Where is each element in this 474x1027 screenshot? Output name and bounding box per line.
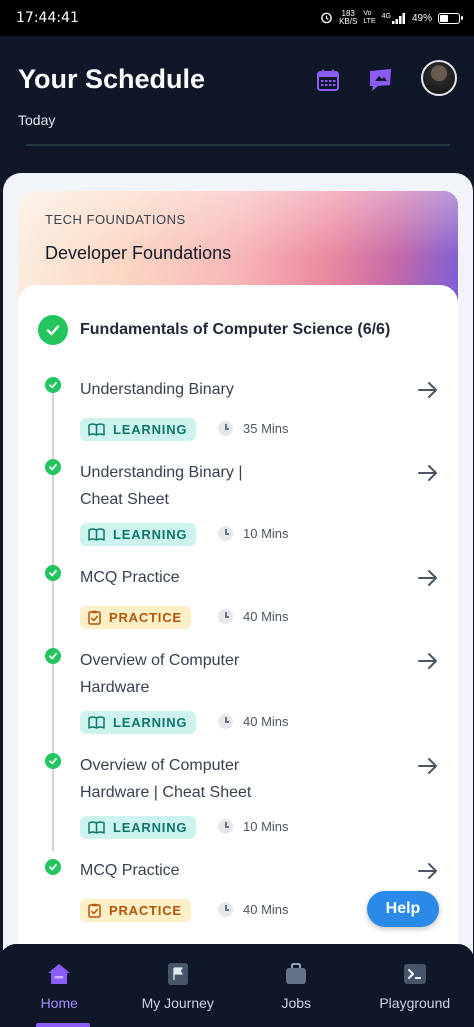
module-card: Fundamentals of Computer Science (6/6) U… xyxy=(18,285,458,973)
duration: 40 Mins xyxy=(218,609,289,624)
clock-icon xyxy=(218,526,233,541)
item-title: MCQ Practice xyxy=(80,862,180,879)
status-time: 17:44:41 xyxy=(16,10,79,26)
book-icon xyxy=(88,528,105,541)
tag-label: PRACTICE xyxy=(109,610,182,625)
tag-label: LEARNING xyxy=(113,715,188,730)
battery-icon xyxy=(438,12,463,24)
module-title: Fundamentals of Computer Science (6/6) xyxy=(80,321,391,338)
clock-icon xyxy=(218,714,233,729)
arrow-right-icon[interactable] xyxy=(416,649,440,673)
duration: 40 Mins xyxy=(218,902,289,917)
battery-percent: 49% xyxy=(411,12,432,24)
status-bar: 17:44:41 183 KB/S Vo LTE 4G 49% xyxy=(0,0,474,36)
clipboard-check-icon xyxy=(88,610,101,625)
duration: 40 Mins xyxy=(218,714,289,729)
duration: 10 Mins xyxy=(218,819,289,834)
flag-icon xyxy=(165,961,191,987)
page-title: Your Schedule xyxy=(18,64,206,94)
schedule-sheet: TECH FOUNDATIONS Developer Foundations F… xyxy=(3,173,473,973)
nav-my-journey[interactable]: My Journey xyxy=(119,944,238,1027)
course-track: TECH FOUNDATIONS xyxy=(45,212,186,227)
tag-label: LEARNING xyxy=(113,527,188,542)
bottom-nav: Home My Journey Jobs Playground xyxy=(0,944,474,1027)
item-title: Understanding Binary xyxy=(80,381,234,398)
active-indicator xyxy=(36,1023,90,1027)
duration-label: 10 Mins xyxy=(243,526,289,541)
nav-label: Jobs xyxy=(281,995,312,1011)
practice-tag: PRACTICE xyxy=(80,606,191,629)
clock-icon xyxy=(218,902,233,917)
nav-home[interactable]: Home xyxy=(0,944,119,1027)
header: Your Schedule Today xyxy=(0,36,474,176)
item-title: Overview of Computer Hardware | Cheat Sh… xyxy=(80,757,252,801)
briefcase-icon xyxy=(283,961,309,987)
book-icon xyxy=(88,716,105,729)
clipboard-check-icon xyxy=(88,903,101,918)
chat-icon[interactable] xyxy=(366,66,394,94)
item-complete-icon xyxy=(45,459,61,475)
arrow-right-icon[interactable] xyxy=(416,566,440,590)
arrow-right-icon[interactable] xyxy=(416,754,440,778)
item-title: Overview of Computer Hardware xyxy=(80,652,240,696)
battery-fill xyxy=(440,14,449,22)
tag-label: LEARNING xyxy=(113,820,188,835)
avatar[interactable] xyxy=(421,60,457,96)
status-indicators: 183 KB/S Vo LTE 4G 49% xyxy=(320,9,463,26)
item-complete-icon xyxy=(45,648,61,664)
nav-label: Home xyxy=(40,995,78,1011)
nav-label: Playground xyxy=(379,995,451,1011)
practice-tag: PRACTICE xyxy=(80,899,191,922)
signal-icon: 4G xyxy=(382,12,406,24)
arrow-right-icon[interactable] xyxy=(416,859,440,883)
item-complete-icon xyxy=(45,859,61,875)
book-icon xyxy=(88,821,105,834)
duration-label: 40 Mins xyxy=(243,902,289,917)
clock-icon xyxy=(218,421,233,436)
clock-icon xyxy=(218,609,233,624)
network-speed: 183 KB/S xyxy=(339,9,358,26)
duration: 10 Mins xyxy=(218,526,289,541)
book-icon xyxy=(88,423,105,436)
nav-jobs[interactable]: Jobs xyxy=(237,944,356,1027)
page-subtitle: Today xyxy=(18,112,56,128)
home-icon xyxy=(46,961,72,987)
nav-playground[interactable]: Playground xyxy=(356,944,474,1027)
help-button[interactable]: Help xyxy=(367,891,439,927)
nav-label: My Journey xyxy=(141,995,214,1011)
duration: 35 Mins xyxy=(218,421,289,436)
learning-tag: LEARNING xyxy=(80,523,197,546)
item-complete-icon xyxy=(45,753,61,769)
duration-label: 35 Mins xyxy=(243,421,289,436)
learning-tag: LEARNING xyxy=(80,816,197,839)
volte-indicator: Vo LTE xyxy=(363,10,376,25)
course-name: Developer Foundations xyxy=(45,243,232,263)
item-title: MCQ Practice xyxy=(80,569,180,586)
module-complete-icon xyxy=(38,315,68,345)
arrow-right-icon[interactable] xyxy=(416,461,440,485)
terminal-icon xyxy=(402,961,428,987)
item-complete-icon xyxy=(45,565,61,581)
calendar-icon[interactable] xyxy=(314,66,342,94)
learning-tag: LEARNING xyxy=(80,418,197,441)
header-divider xyxy=(26,144,450,146)
learning-tag: LEARNING xyxy=(80,711,197,734)
tag-label: PRACTICE xyxy=(109,903,182,918)
duration-label: 10 Mins xyxy=(243,819,289,834)
item-complete-icon xyxy=(45,377,61,393)
alarm-icon xyxy=(320,11,333,26)
clock-icon xyxy=(218,819,233,834)
duration-label: 40 Mins xyxy=(243,609,289,624)
arrow-right-icon[interactable] xyxy=(416,378,440,402)
timeline-line xyxy=(52,381,54,851)
tag-label: LEARNING xyxy=(113,422,188,437)
item-title: Understanding Binary | Cheat Sheet xyxy=(80,464,243,508)
duration-label: 40 Mins xyxy=(243,714,289,729)
